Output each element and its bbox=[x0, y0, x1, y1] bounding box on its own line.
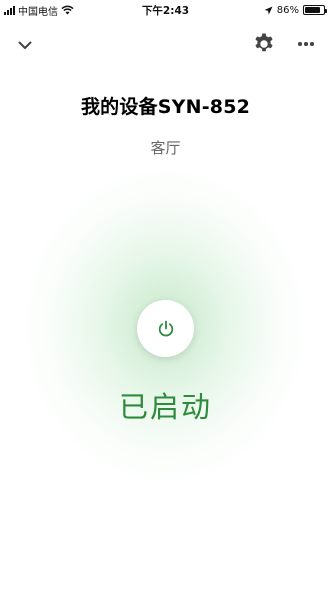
device-title: 我的设备SYN-852 bbox=[80, 96, 251, 118]
more-dot bbox=[310, 42, 314, 46]
battery-fill bbox=[305, 7, 321, 13]
chevron-down-icon[interactable] bbox=[14, 34, 36, 56]
more-dots-icon[interactable] bbox=[294, 34, 318, 54]
status-bar-right: 86% bbox=[264, 3, 327, 17]
device-control-screen: 中国电信 下午2:43 86% 我的设备SYN-852 客厅 已启动 bbox=[0, 0, 331, 611]
battery-icon bbox=[303, 5, 327, 15]
power-state-text: 已启动 bbox=[118, 390, 212, 424]
location-arrow-icon bbox=[264, 6, 273, 14]
power-icon bbox=[158, 320, 173, 336]
power-button[interactable] bbox=[137, 300, 194, 357]
device-room: 客厅 bbox=[150, 139, 181, 157]
more-dot bbox=[298, 42, 302, 46]
gear-icon[interactable] bbox=[252, 32, 276, 56]
battery-percent: 86% bbox=[276, 4, 299, 16]
status-bar: 中国电信 下午2:43 86% bbox=[0, 0, 331, 20]
more-dot bbox=[304, 42, 308, 46]
